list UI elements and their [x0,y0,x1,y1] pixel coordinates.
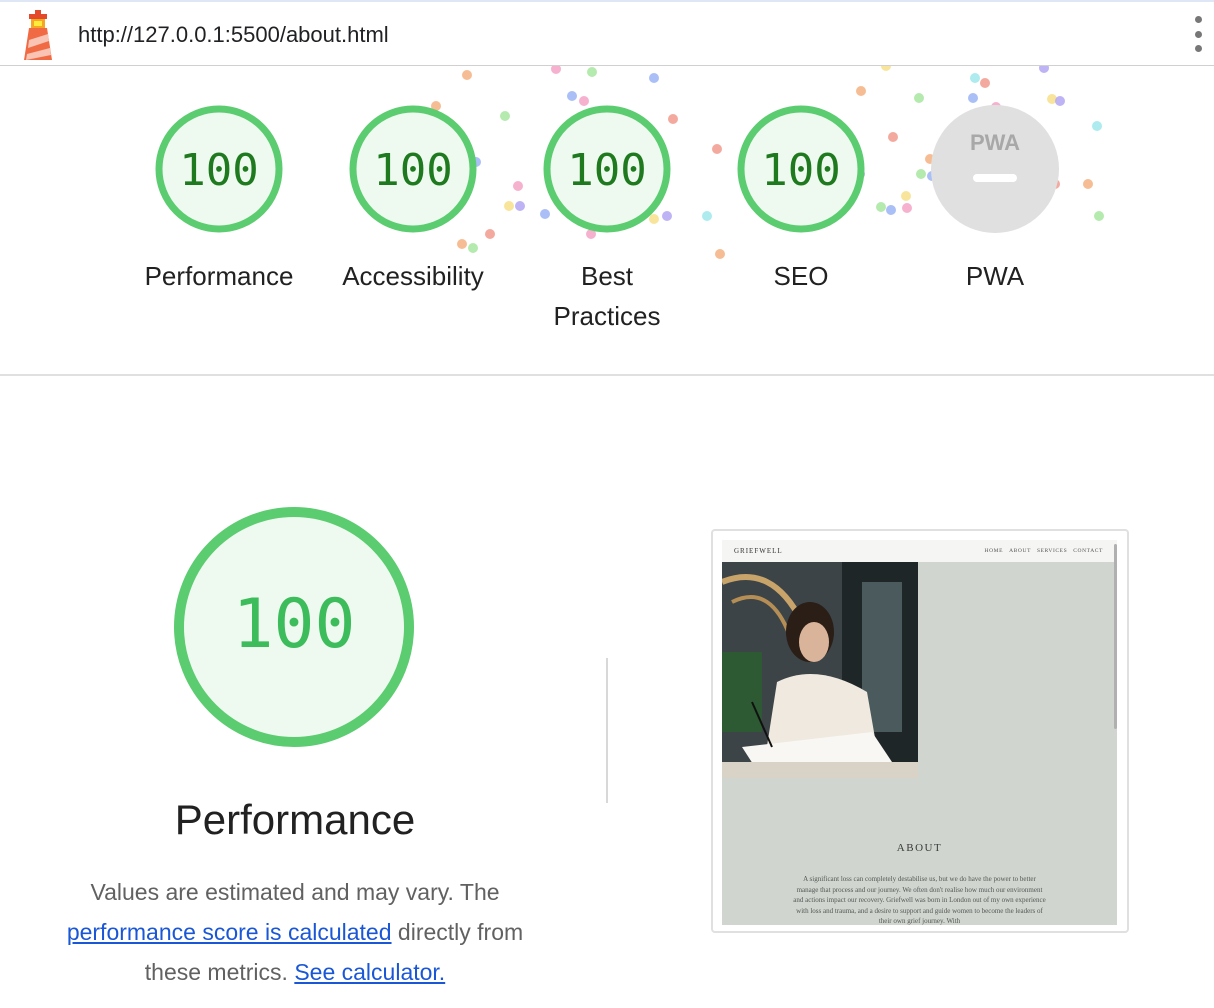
screenshot-scrollbar [1114,544,1117,729]
gauge-label: SEO [773,261,829,291]
screenshot-menu-item: HOME [984,548,1004,554]
confetti-dot [1092,121,1102,131]
confetti-dot [567,91,577,101]
performance-big-gauge: 100 [174,507,414,747]
gauge-label: PWA [965,261,1025,291]
performance-title: Performance [174,796,416,843]
gauge-accessibility[interactable]: 100 Accessibility [323,104,503,296]
confetti-dot [551,66,561,74]
screenshot-menu-item: SERVICES [1036,548,1068,554]
confetti-dot [649,73,659,83]
confetti-dot [587,67,597,77]
gauge-score: 100 [761,145,840,196]
pwa-badge-icon: PWA [931,105,1059,233]
see-calculator-link[interactable]: See calculator. [294,959,445,985]
screenshot-nav: GRIEFWELL HOME ABOUT SERVICES CONTACT [722,540,1117,562]
confetti-dot [1039,66,1049,73]
gauge-ring: 100 [155,105,283,233]
gauge-performance[interactable]: 100 Performance [129,104,309,296]
gauge-seo[interactable]: 100 SEO [711,104,891,296]
gauge-ring: 100 [349,105,477,233]
gauge-best-practices[interactable]: 100 Best Practices [517,104,697,336]
confetti-dot [970,73,980,83]
screenshot-about-text: A significant loss can completely destab… [793,875,1046,925]
confetti-dot [980,78,990,88]
performance-big-score: 100 [233,585,356,664]
confetti-dot [856,86,866,96]
lighthouse-icon [24,10,52,60]
pwa-badge-text: PWA [970,130,1020,155]
confetti-dot [1094,211,1104,221]
gauge-pwa[interactable]: PWA PWA [905,104,1085,296]
screenshot-menu: HOME ABOUT SERVICES CONTACT [981,548,1104,554]
screenshot-menu-item: ABOUT [1009,548,1031,554]
gauge-label: Accessibility [342,261,484,291]
confetti-dot [504,201,514,211]
gauge-score: 100 [567,145,646,196]
gauge-ring: 100 [737,105,865,233]
gauge-label: Performance [144,261,294,291]
kebab-menu-icon[interactable] [1190,16,1206,52]
gauge-score: 100 [373,145,452,196]
gauge-ring: 100 [543,105,671,233]
woman-writing-photo [722,562,918,778]
confetti-dot [1047,94,1057,104]
score-gauges: 100 Performance 100 Accessibility 100 Be… [0,66,1214,376]
confetti-dot [462,70,472,80]
confetti-dot [881,66,891,71]
screenshot-brand: GRIEFWELL [734,547,783,555]
gauge-label: Best Practices [553,261,661,331]
performance-description: Values are estimated and may vary. The p… [40,872,550,992]
gauge-score: 100 [179,145,258,196]
confetti-dot [914,93,924,103]
confetti-dot [968,93,978,103]
screenshot-menu-item: CONTACT [1073,548,1103,554]
final-screenshot[interactable]: GRIEFWELL HOME ABOUT SERVICES CONTACT AB… [711,529,1129,933]
screenshot-page: GRIEFWELL HOME ABOUT SERVICES CONTACT AB… [722,540,1117,925]
score-calculated-link[interactable]: performance score is calculated [67,919,392,945]
desc-text-1: Values are estimated and may vary. The [90,879,500,905]
page-url: http://127.0.0.1:5500/about.html [78,22,389,47]
screenshot-about-title: ABOUT [896,842,943,854]
section-divider [606,658,608,803]
report-header: http://127.0.0.1:5500/about.html [0,0,1214,66]
